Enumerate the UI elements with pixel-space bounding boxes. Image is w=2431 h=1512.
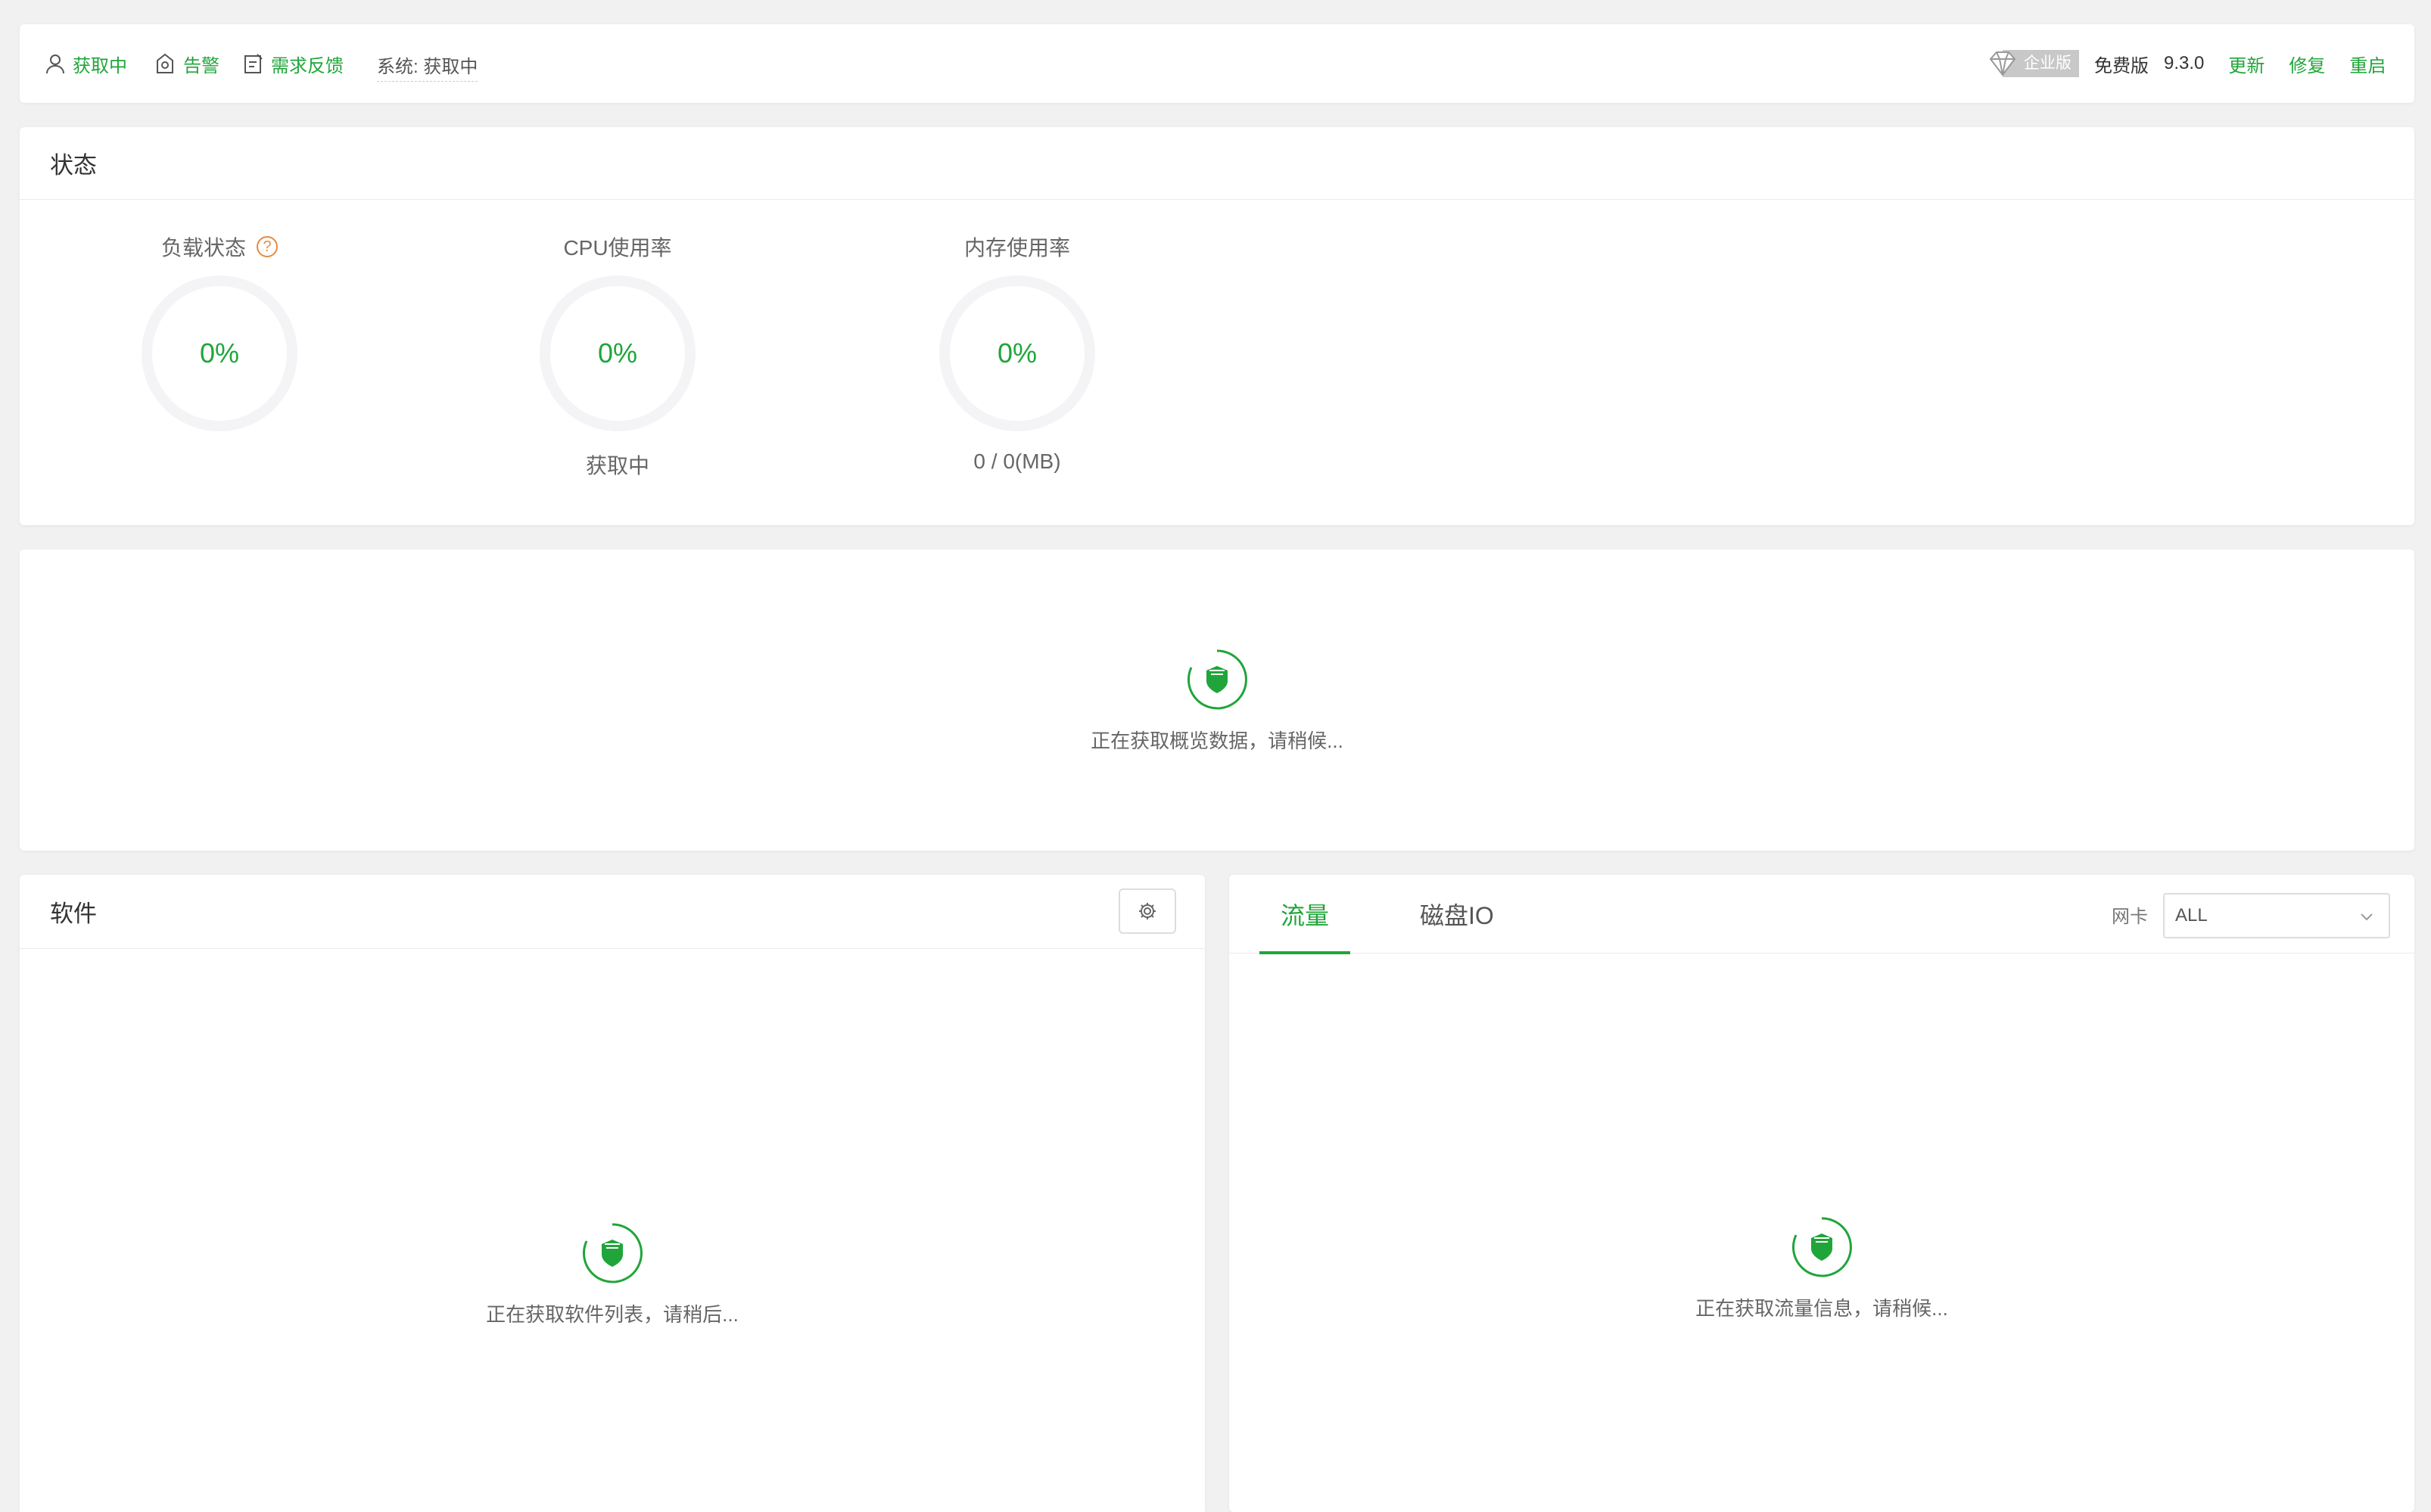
user-link[interactable]: 获取中 — [45, 24, 127, 103]
software-loader: 正在获取软件列表，请稍后... — [461, 1221, 764, 1327]
update-button[interactable]: 更新 — [2228, 51, 2264, 77]
tab-traffic[interactable]: 流量 — [1281, 875, 1329, 954]
load-title: 负载状态 — [160, 236, 246, 260]
load-gauge: 负载状态 ? 0% — [106, 232, 333, 431]
chevron-down-icon — [2361, 913, 2373, 921]
alarm-label: 告警 — [183, 55, 219, 76]
system-label: 系统: 获取中 — [377, 57, 478, 77]
software-panel: 软件 正在获取软件列表，请稍后... — [20, 875, 1205, 1512]
edition-area: 企业版 免费版 9.3.0 更新 修复 重启 — [1987, 24, 2386, 103]
loading-shield-icon — [1187, 649, 1247, 710]
loading-shield-icon — [1791, 1217, 1852, 1277]
software-loading-text: 正在获取软件列表，请稍后... — [486, 1303, 739, 1326]
alarm-link[interactable]: 告警 — [154, 24, 219, 103]
user-label: 获取中 — [73, 55, 127, 76]
memory-gauge: 内存使用率 0% 0 / 0(MB) — [904, 232, 1131, 474]
nic-label: 网卡 — [2112, 906, 2148, 927]
version-label: 9.3.0 — [2164, 53, 2205, 73]
nic-select[interactable]: ALL — [2163, 893, 2390, 938]
traffic-panel: 流量 磁盘IO 网卡 ALL 正在获取流量信息，请稍候... — [1229, 875, 2414, 1512]
system-info[interactable]: 系统: 获取中 — [377, 51, 478, 82]
top-bar: 获取中 告警 需求反馈 系统: 获取中 企业版 免费版 9.3.0 更新 修复 … — [20, 24, 2414, 103]
feedback-link[interactable]: 需求反馈 — [244, 24, 344, 103]
edition-label: 免费版 — [2094, 55, 2149, 76]
nic-select-value: ALL — [2175, 905, 2208, 926]
restart-button[interactable]: 重启 — [2349, 51, 2386, 77]
cpu-title: CPU使用率 — [563, 236, 672, 260]
loading-shield-icon — [582, 1223, 643, 1283]
load-ring[interactable]: 0% — [142, 275, 297, 431]
cpu-ring[interactable]: 0% — [540, 275, 696, 431]
alarm-icon — [157, 53, 173, 73]
user-icon — [46, 54, 64, 74]
traffic-loader: 正在获取流量信息，请稍候... — [1670, 1215, 1973, 1321]
memory-sub: 0 / 0(MB) — [973, 450, 1061, 473]
help-icon[interactable]: ? — [257, 236, 278, 257]
memory-title: 内存使用率 — [963, 236, 1070, 260]
repair-button[interactable]: 修复 — [2289, 51, 2325, 77]
enterprise-badge[interactable]: 企业版 — [1987, 50, 2079, 77]
status-panel: 状态 负载状态 ? 0% CPU使用率 0% 获取中 内存使用率 0% 0 / … — [20, 127, 2414, 525]
memory-value: 0% — [997, 338, 1038, 369]
cpu-value: 0% — [597, 338, 638, 369]
traffic-tabs: 流量 磁盘IO 网卡 ALL — [1229, 875, 2414, 954]
cpu-sub: 获取中 — [585, 454, 649, 478]
cpu-gauge: CPU使用率 0% 获取中 — [504, 232, 731, 480]
tab-traffic-label: 流量 — [1281, 902, 1330, 929]
overview-panel: 正在获取概览数据，请稍候... — [20, 549, 2414, 851]
status-title: 状态 — [20, 127, 2414, 200]
feedback-icon — [244, 54, 263, 73]
software-settings-button[interactable] — [1119, 888, 1176, 934]
gear-icon — [1139, 903, 1156, 919]
feedback-label: 需求反馈 — [271, 55, 344, 76]
diamond-icon — [1989, 51, 2016, 76]
memory-ring[interactable]: 0% — [939, 275, 1095, 431]
software-title: 软件 — [20, 875, 1205, 949]
tab-underline — [1259, 951, 1350, 954]
overview-loading-text: 正在获取概览数据，请稍候... — [1091, 730, 1343, 752]
tab-disk-io-label: 磁盘IO — [1420, 902, 1494, 929]
overview-loader: 正在获取概览数据，请稍候... — [1066, 648, 1368, 754]
traffic-loading-text: 正在获取流量信息，请稍候... — [1695, 1297, 1948, 1320]
load-value: 0% — [199, 338, 240, 369]
tab-disk-io[interactable]: 磁盘IO — [1420, 875, 1494, 954]
